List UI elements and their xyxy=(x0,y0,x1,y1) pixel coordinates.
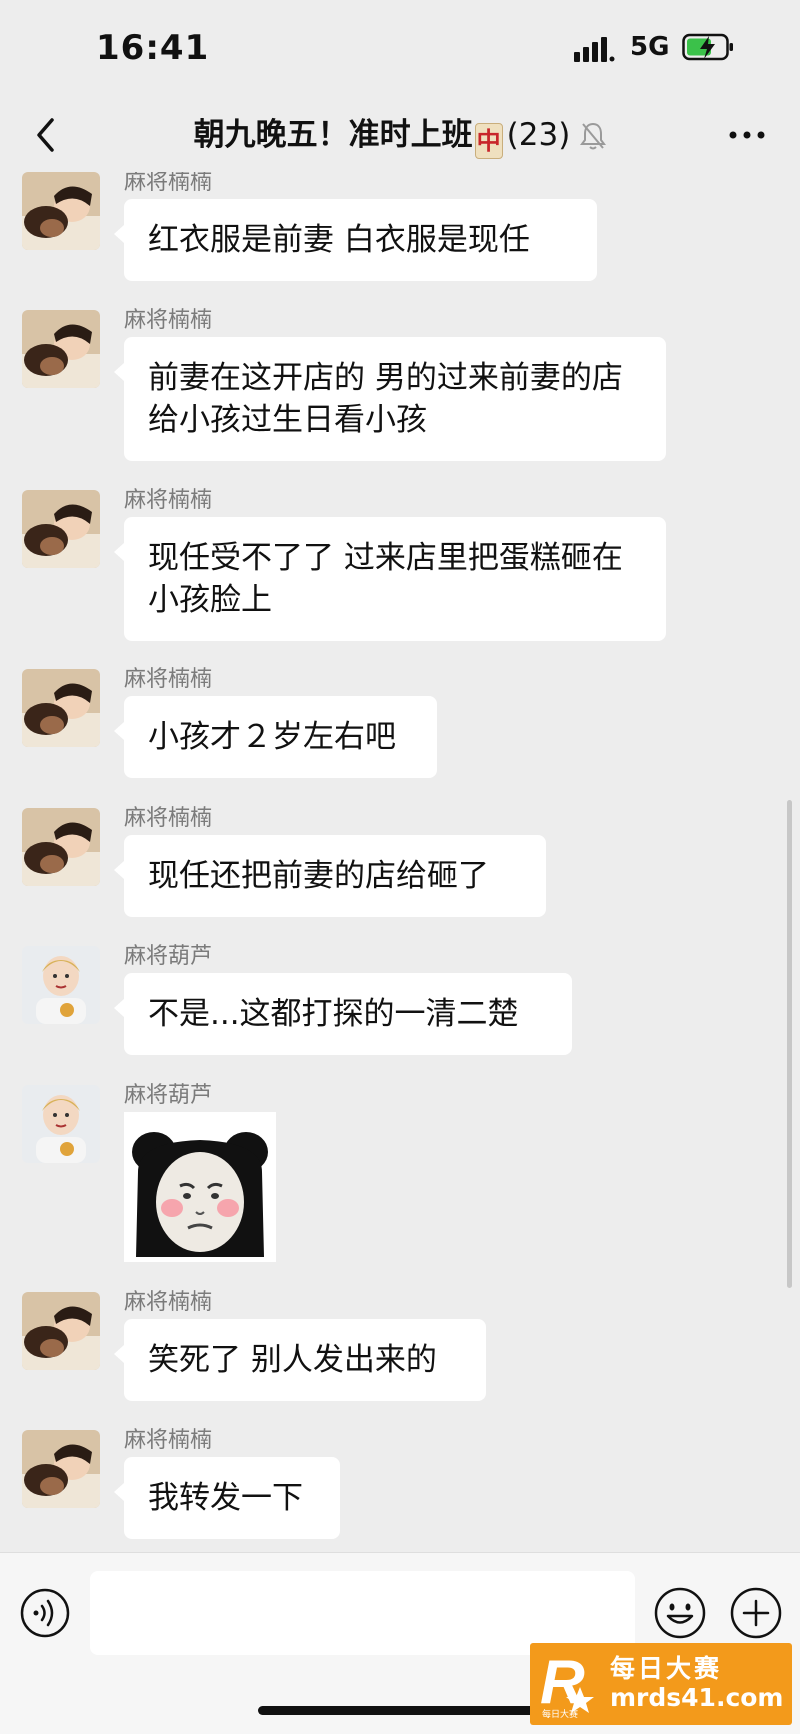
emoji-icon[interactable] xyxy=(652,1585,708,1641)
sender-name: 麻将楠楠 xyxy=(124,172,213,195)
watermark-small-text: 每日大赛 xyxy=(542,1708,578,1720)
message-bubble[interactable]: 笑死了 别人发出来的 xyxy=(114,1319,486,1401)
avatar[interactable] xyxy=(22,808,100,886)
panda-meme-sticker[interactable] xyxy=(124,1112,276,1262)
watermark-url: mrds41.com xyxy=(610,1683,784,1712)
voice-icon[interactable] xyxy=(19,1587,71,1639)
plus-icon[interactable] xyxy=(728,1585,784,1641)
sender-name: 麻将楠楠 xyxy=(124,1290,213,1315)
more-icon[interactable] xyxy=(722,110,772,160)
sender-name: 麻将楠楠 xyxy=(124,488,213,513)
message-bubble[interactable]: 现任受不了了 过来店里把蛋糕砸在小孩脸上 xyxy=(114,517,666,641)
message-bubble[interactable]: 红衣服是前妻 白衣服是现任 xyxy=(114,199,597,281)
message-bubble[interactable]: 小孩才２岁左右吧 xyxy=(114,696,437,778)
avatar[interactable] xyxy=(22,1085,100,1163)
chat-title[interactable]: 朝九晚五！准时上班中 (23) xyxy=(0,110,800,160)
watermark-badge: R 每日大赛 每日大赛 mrds41.com xyxy=(530,1643,792,1725)
scrollbar[interactable] xyxy=(787,800,792,1288)
message-bubble[interactable]: 前妻在这开店的 男的过来前妻的店给小孩过生日看小孩 xyxy=(114,337,666,461)
message-list[interactable]: 麻将楠楠 红衣服是前妻 白衣服是现任 麻将楠楠 前妻在这开店的 男的过来前妻的店… xyxy=(0,172,800,1552)
mahjong-tile-icon: 中 xyxy=(474,123,503,159)
group-name: 朝九晚五！准时上班 xyxy=(193,117,473,153)
message-bubble[interactable]: 不是...这都打探的一清二楚 xyxy=(114,973,572,1055)
network-label: 5G xyxy=(630,32,670,62)
avatar[interactable] xyxy=(22,1292,100,1370)
watermark-logo: R 每日大赛 xyxy=(540,1648,594,1720)
sender-name: 麻将葫芦 xyxy=(124,1083,213,1108)
sender-name: 麻将楠楠 xyxy=(124,667,213,692)
message-bubble[interactable]: 现任还把前妻的店给砸了 xyxy=(114,835,546,917)
avatar[interactable] xyxy=(22,310,100,388)
sender-name: 麻将楠楠 xyxy=(124,308,213,333)
home-indicator xyxy=(258,1706,542,1715)
message-bubble[interactable]: 我转发一下 xyxy=(114,1457,340,1539)
status-time: 16:41 xyxy=(96,28,210,68)
sender-name: 麻将楠楠 xyxy=(124,1428,213,1453)
avatar[interactable] xyxy=(22,490,100,568)
avatar[interactable] xyxy=(22,1430,100,1508)
avatar[interactable] xyxy=(22,172,100,250)
chat-header: 朝九晚五！准时上班中 (23) xyxy=(0,100,800,172)
signal-icon xyxy=(574,37,615,62)
sender-name: 麻将葫芦 xyxy=(124,944,213,969)
mute-bell-icon xyxy=(580,122,607,150)
battery-charging-icon xyxy=(682,33,733,61)
sender-name: 麻将楠楠 xyxy=(124,806,213,831)
status-bar: 16:41 5G xyxy=(0,0,800,100)
avatar[interactable] xyxy=(22,946,100,1024)
avatar[interactable] xyxy=(22,669,100,747)
member-count: (23) xyxy=(506,117,571,153)
watermark-title: 每日大赛 xyxy=(610,1654,723,1683)
